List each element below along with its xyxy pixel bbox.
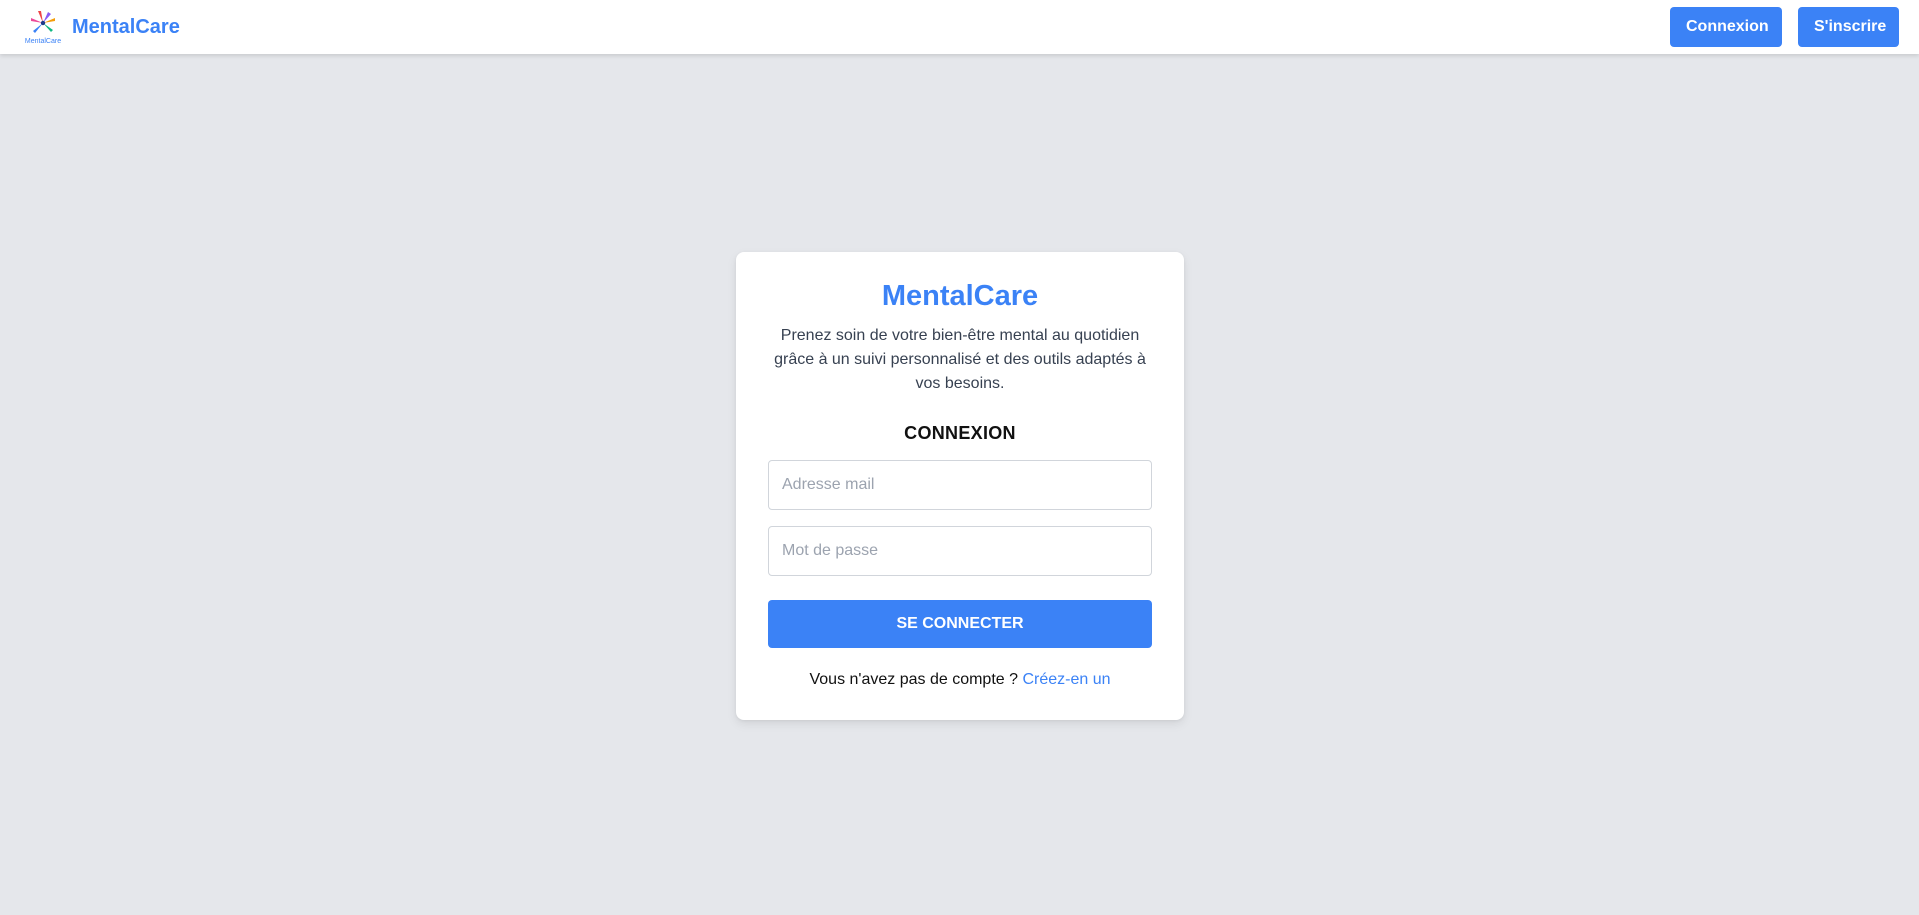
logo-caption: MentalCare: [24, 38, 62, 45]
no-account-text: Vous n'avez pas de compte ?: [809, 671, 1019, 688]
nav-actions: Connexion S'inscrire: [1670, 7, 1899, 47]
login-form: SE CONNECTER: [768, 460, 1152, 648]
mentalcare-logo-icon: MentalCare: [24, 8, 62, 46]
signup-button[interactable]: S'inscrire: [1798, 7, 1899, 47]
form-heading: CONNEXION: [904, 423, 1016, 443]
create-account-link[interactable]: Créez-en un: [1022, 671, 1110, 688]
login-button[interactable]: Connexion: [1670, 7, 1782, 47]
card-title: MentalCare: [881, 280, 1039, 312]
brand-name[interactable]: MentalCare: [72, 16, 180, 39]
signup-prompt: Vous n'avez pas de compte ? Créez-en un: [768, 668, 1152, 692]
card-description: Prenez soin de votre bien-être mental au…: [774, 327, 1146, 392]
login-card: MentalCare Prenez soin de votre bien-êtr…: [736, 252, 1184, 720]
email-field[interactable]: [768, 460, 1152, 510]
brand[interactable]: MentalCare MentalCare: [24, 8, 180, 46]
top-navbar: MentalCare MentalCare Connexion S'inscri…: [0, 0, 1919, 54]
submit-button[interactable]: SE CONNECTER: [768, 600, 1152, 648]
password-field[interactable]: [768, 526, 1152, 576]
